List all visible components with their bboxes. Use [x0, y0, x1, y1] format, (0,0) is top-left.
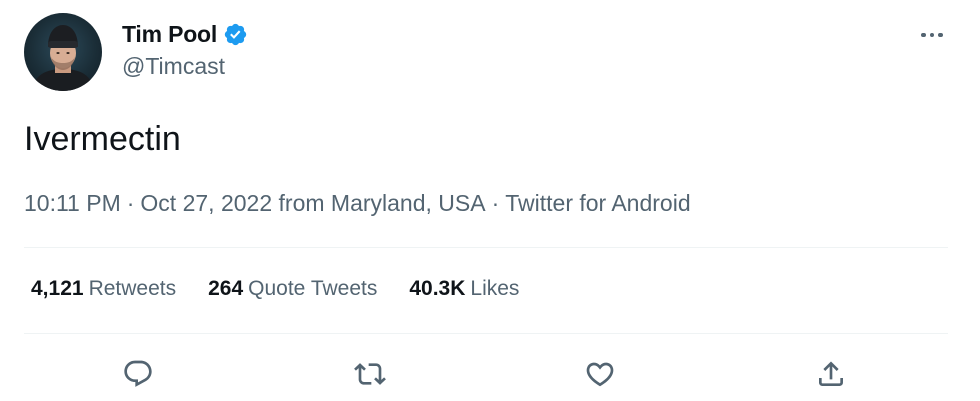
heart-icon: [586, 362, 614, 387]
share-button[interactable]: [809, 352, 853, 396]
verified-badge-icon: [223, 22, 248, 47]
more-options-button[interactable]: [914, 20, 950, 50]
retweets-label: Retweets: [88, 277, 177, 300]
likes-stat[interactable]: 40.3K Likes: [409, 277, 519, 301]
tweet-actions-bar: [0, 352, 980, 396]
retweets-count: 4,121: [31, 277, 84, 300]
likes-count: 40.3K: [409, 277, 466, 300]
share-icon: [819, 361, 843, 386]
retweets-stat[interactable]: 4,121 Retweets: [31, 277, 176, 301]
author-display-name[interactable]: Tim Pool: [122, 21, 217, 48]
quote-tweets-count: 264: [208, 277, 244, 300]
tweet-stats: 4,121 Retweets 264 Quote Tweets 40.3K Likes: [31, 277, 551, 301]
more-icon: [921, 32, 926, 38]
author-name-row: Tim Pool: [122, 19, 248, 49]
retweet-icon: [354, 363, 386, 385]
likes-label: Likes: [470, 277, 520, 300]
tweet-location: from Maryland, USA: [278, 190, 486, 216]
like-button[interactable]: [578, 352, 622, 396]
quote-tweets-stat[interactable]: 264 Quote Tweets: [208, 277, 377, 301]
more-icon-dot: [929, 32, 935, 38]
tweet-text: Ivermectin: [24, 120, 181, 158]
divider: [24, 333, 948, 334]
meta-separator: ·: [126, 190, 135, 216]
avatar[interactable]: [24, 13, 102, 91]
reply-button[interactable]: [116, 352, 160, 396]
more-icon-dot: [938, 32, 943, 38]
quote-tweets-label: Quote Tweets: [248, 277, 378, 300]
tweet-metadata: 10:11 PM · Oct 27, 2022 from Maryland, USA…: [24, 190, 691, 217]
tweet-date[interactable]: Oct 27, 2022: [140, 190, 272, 216]
author-handle[interactable]: @Timcast: [122, 53, 225, 80]
tweet-card: Tim Pool @Timcast Ivermectin 10:11 PM · Oc…: [0, 0, 980, 401]
reply-icon: [124, 360, 152, 387]
meta-separator: ·: [491, 190, 500, 216]
tweet-client[interactable]: Twitter for Android: [505, 190, 690, 216]
tweet-time[interactable]: 10:11 PM: [24, 190, 121, 216]
avatar-image: [32, 25, 94, 91]
retweet-button[interactable]: [348, 352, 392, 396]
divider: [24, 247, 948, 248]
